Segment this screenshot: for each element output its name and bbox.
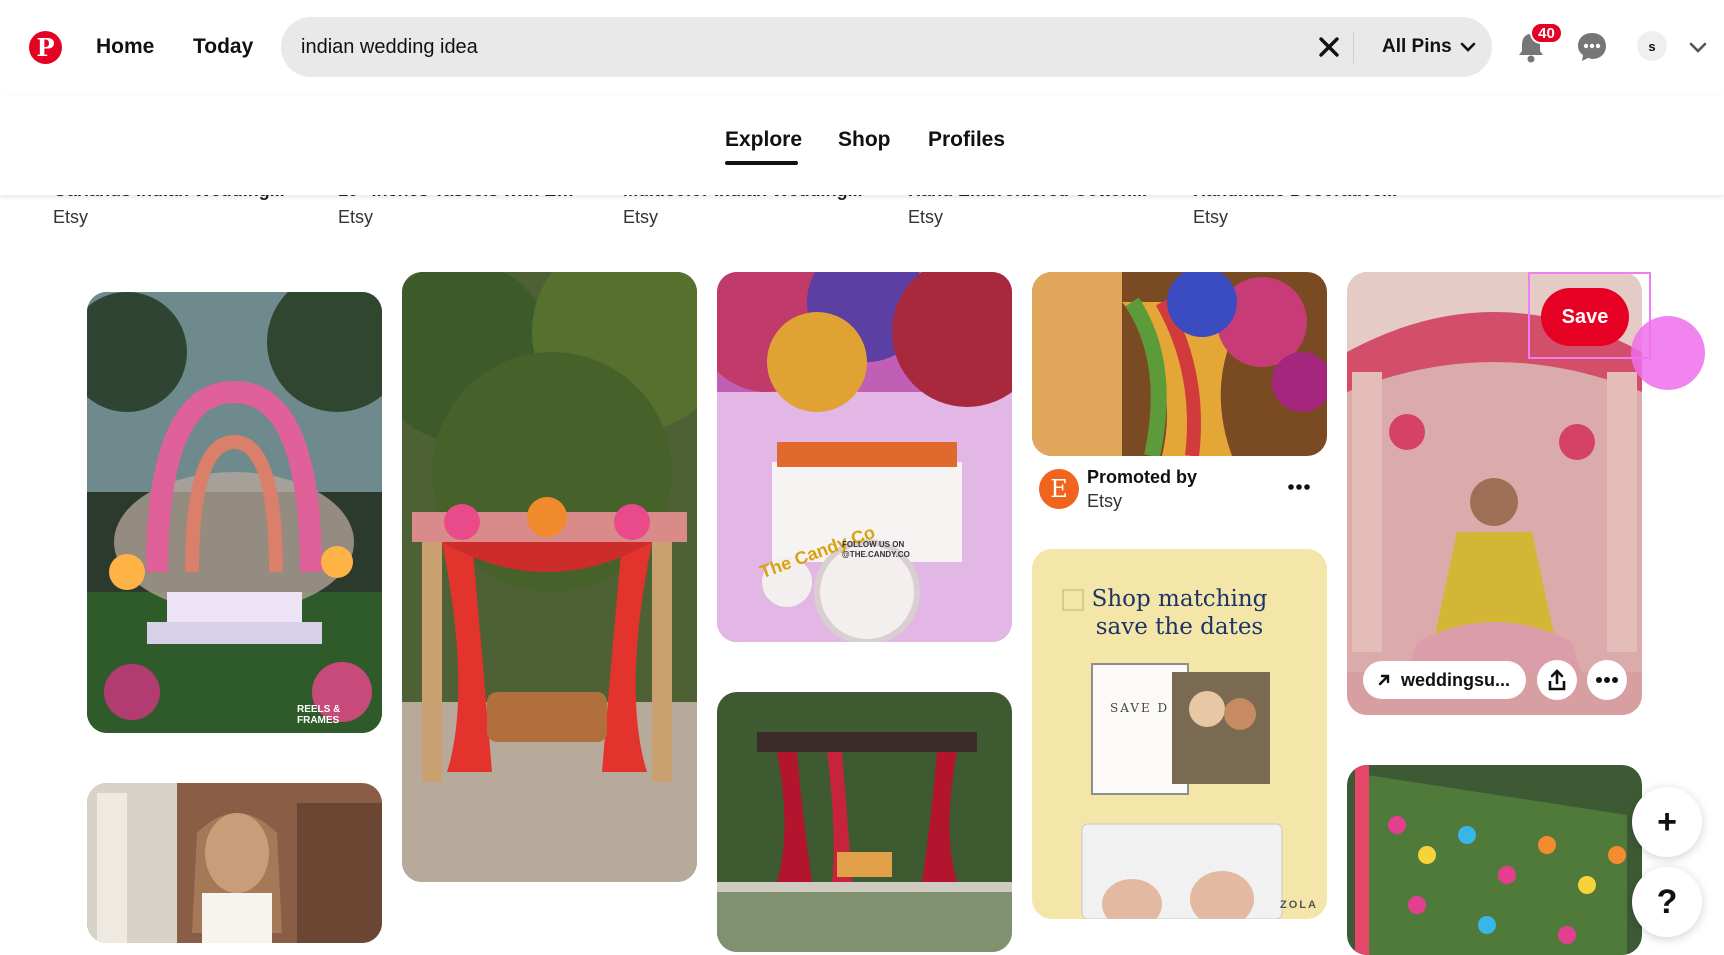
save-dates-illustration bbox=[1081, 663, 1283, 919]
help-button[interactable]: ? bbox=[1632, 867, 1702, 937]
share-icon bbox=[1548, 669, 1566, 691]
filter-label: All Pins bbox=[1382, 36, 1452, 57]
tab-profiles[interactable]: Profiles bbox=[928, 128, 1005, 152]
save-card-text: SAVE D bbox=[1110, 701, 1170, 715]
product-source: Etsy bbox=[908, 207, 944, 227]
candy-follow-text: FOLLOW US ON @THE.CANDY.CO bbox=[842, 540, 910, 559]
pin-source-link[interactable]: weddingsu... bbox=[1363, 661, 1526, 699]
messages-icon[interactable] bbox=[1575, 30, 1609, 64]
promoted-source[interactable]: Etsy bbox=[1087, 491, 1122, 512]
product-source: Etsy bbox=[53, 207, 89, 227]
search-input[interactable] bbox=[301, 32, 1301, 62]
more-options-icon[interactable] bbox=[1286, 477, 1312, 497]
product-source: Etsy bbox=[623, 207, 659, 227]
chevron-down-icon bbox=[1460, 42, 1475, 52]
tab-shop[interactable]: Shop bbox=[838, 128, 891, 152]
pin-bride-image[interactable] bbox=[87, 783, 382, 943]
notification-count-badge: 40 bbox=[1530, 22, 1563, 44]
cursor-indicator bbox=[1631, 316, 1705, 390]
product-source: Etsy bbox=[338, 207, 374, 227]
plus-icon: + bbox=[1657, 802, 1677, 841]
etsy-logo-icon[interactable]: E bbox=[1039, 469, 1079, 509]
search-bar: All Pins bbox=[281, 17, 1492, 77]
pin-save-the-dates-image[interactable]: Shop matching save the dates SAVE D ZOLA bbox=[1032, 549, 1327, 919]
close-icon[interactable] bbox=[1312, 30, 1346, 64]
pin-candy-cart-image[interactable]: The Candy Co FOLLOW US ON @THE.CANDY.CO bbox=[717, 272, 1012, 642]
top-bar: P Home Today All Pins 40 s bbox=[0, 0, 1724, 95]
nav-today-link[interactable]: Today bbox=[193, 35, 253, 59]
all-pins-filter-dropdown[interactable]: All Pins bbox=[1382, 36, 1476, 58]
tab-explore[interactable]: Explore bbox=[725, 128, 802, 152]
search-tabs: Explore Shop Profiles bbox=[0, 95, 1724, 195]
pin-more-button[interactable] bbox=[1587, 660, 1627, 700]
zola-brand: ZOLA bbox=[1280, 899, 1318, 911]
active-tab-underline bbox=[725, 161, 798, 165]
pin-red-mandap-image[interactable] bbox=[402, 272, 697, 882]
help-icon: ? bbox=[1656, 882, 1678, 921]
pin-tassel-wall-image[interactable] bbox=[1347, 765, 1642, 955]
avatar[interactable]: s bbox=[1637, 31, 1667, 61]
pin-floral-arch-image[interactable]: REELS & FRAMES bbox=[87, 292, 382, 733]
pin-promoted-image[interactable] bbox=[1032, 272, 1327, 456]
share-button[interactable] bbox=[1537, 660, 1577, 700]
product-source: Etsy bbox=[1193, 207, 1229, 227]
account-chevron-down-icon[interactable] bbox=[1688, 38, 1708, 56]
nav-home-link[interactable]: Home bbox=[96, 35, 154, 59]
add-pin-button[interactable]: + bbox=[1632, 787, 1702, 857]
watermark-text: REELS & FRAMES bbox=[297, 704, 341, 726]
pin-outdoor-drapes-image[interactable] bbox=[717, 692, 1012, 952]
more-options-icon bbox=[1596, 677, 1618, 683]
promoted-by-label: Promoted by bbox=[1087, 467, 1198, 487]
arrow-up-right-icon bbox=[1378, 674, 1390, 686]
source-domain-label: weddingsu... bbox=[1401, 669, 1511, 690]
pinterest-logo-icon[interactable]: P bbox=[29, 31, 62, 64]
search-divider bbox=[1353, 31, 1354, 63]
